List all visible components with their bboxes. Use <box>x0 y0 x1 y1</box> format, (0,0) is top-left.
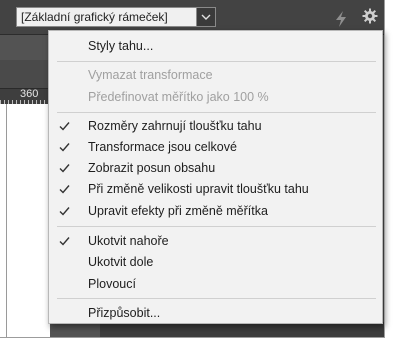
menu-item-dock-top[interactable]: Ukotvit nahoře <box>49 231 382 251</box>
menu-separator <box>57 61 376 62</box>
checkmark-icon <box>59 237 70 246</box>
object-style-select[interactable]: [Základní grafický rámeček] <box>16 7 216 27</box>
checkmark-icon <box>59 122 70 131</box>
menu-item-redefine-scaling: Předefinovat měřítko jako 100 % <box>49 87 382 107</box>
panel-options-menu: Styly tahu... Vymazat transformace Přede… <box>48 30 383 324</box>
chevron-down-icon[interactable] <box>196 8 215 26</box>
menu-item-stroke-styles[interactable]: Styly tahu... <box>49 36 382 56</box>
bottom-panel <box>100 322 385 338</box>
menu-item-label: Předefinovat měřítko jako 100 % <box>88 90 269 104</box>
menu-item-label: Plovoucí <box>88 277 136 291</box>
menu-item-floating[interactable]: Plovoucí <box>49 274 382 294</box>
menu-item-show-content-offset[interactable]: Zobrazit posun obsahu <box>49 158 382 178</box>
screen: [Základní grafický rámeček] 360 Styly ta… <box>0 0 393 348</box>
menu-item-label: Při změně velikosti upravit tloušťku tah… <box>88 182 309 196</box>
menu-item-label: Ukotvit nahoře <box>88 234 169 248</box>
menu-item-label: Zobrazit posun obsahu <box>88 161 216 175</box>
menu-item-customize[interactable]: Přizpůsobit... <box>49 303 382 323</box>
menu-item-adjust-stroke-weight[interactable]: Při změně velikosti upravit tloušťku tah… <box>49 179 382 199</box>
checkmark-icon <box>59 164 70 173</box>
menu-item-label: Přizpůsobit... <box>88 306 161 320</box>
ruler-label: 360 <box>20 88 39 100</box>
object-style-value: [Základní grafický rámeček] <box>21 10 168 24</box>
menu-separator <box>57 226 376 227</box>
lightning-icon[interactable] <box>334 11 348 27</box>
menu-item-label: Transformace jsou celkové <box>88 140 237 154</box>
menu-item-label: Ukotvit dole <box>88 255 154 269</box>
document-page <box>0 104 50 338</box>
checkmark-icon <box>59 185 70 194</box>
gear-icon[interactable] <box>362 8 378 24</box>
menu-item-dimensions-include-stroke[interactable]: Rozměry zahrnují tloušťku tahu <box>49 116 382 136</box>
page-edge <box>6 104 7 338</box>
menu-item-label: Styly tahu... <box>88 39 154 53</box>
menu-item-dock-bottom[interactable]: Ukotvit dole <box>49 252 382 272</box>
menu-item-label: Vymazat transformace <box>88 68 213 82</box>
menu-item-label: Rozměry zahrnují tloušťku tahu <box>88 119 262 133</box>
menu-separator <box>57 112 376 113</box>
menu-item-clear-transformations: Vymazat transformace <box>49 65 382 85</box>
menu-separator <box>57 298 376 299</box>
menu-item-label: Upravit efekty při změně měřítka <box>88 204 268 218</box>
menu-item-transformations-total[interactable]: Transformace jsou celkové <box>49 137 382 157</box>
checkmark-icon <box>59 207 70 216</box>
menu-item-adjust-effects-scaling[interactable]: Upravit efekty při změně měřítka <box>49 201 382 221</box>
checkmark-icon <box>59 143 70 152</box>
